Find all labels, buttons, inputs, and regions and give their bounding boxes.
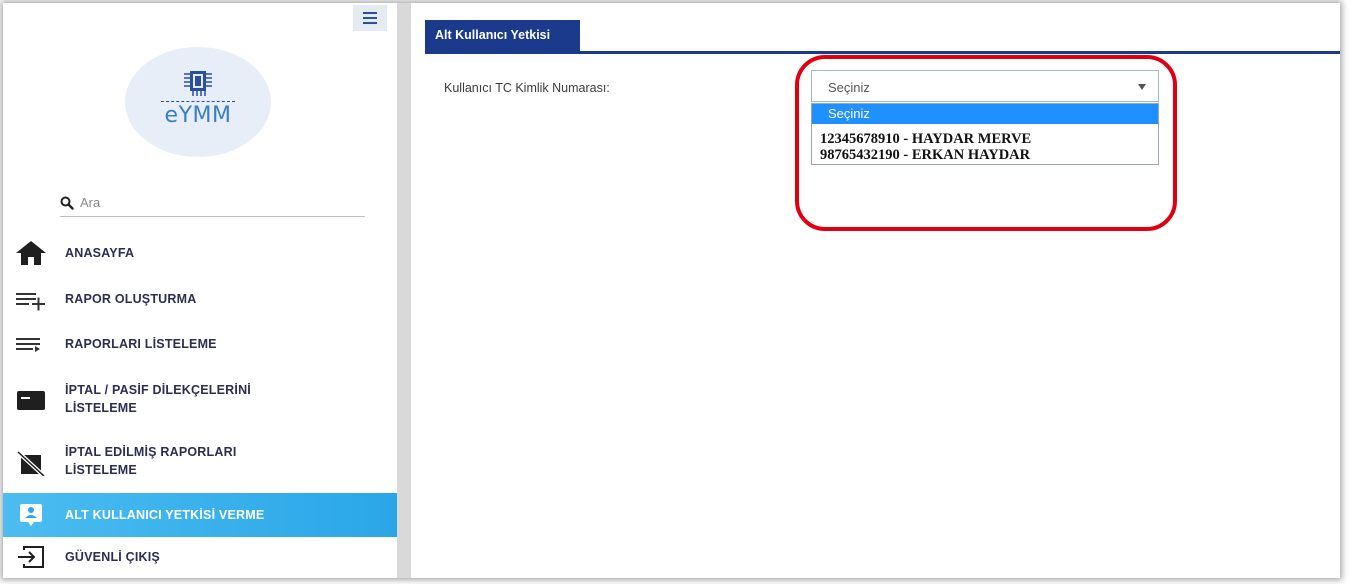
list-play-icon <box>15 330 47 358</box>
dropdown-option[interactable]: 98765432190 - ERKAN HAYDAR <box>820 147 1166 163</box>
logo: eYMM <box>125 47 271 157</box>
nav-item-guvenli-cikis[interactable]: GÜVENLİ ÇIKIŞ <box>3 539 397 575</box>
nav-label: GÜVENLİ ÇIKIŞ <box>65 550 160 564</box>
home-icon <box>15 239 47 267</box>
nav-label: İPTAL EDİLMİŞ RAPORLARI <box>65 445 237 459</box>
select-value: Seçiniz <box>828 80 870 95</box>
list-add-icon <box>15 285 47 313</box>
nav-label-line2: LİSTELEME <box>65 463 137 477</box>
nav-item-alt-kullanici-yetkisi[interactable]: ALT KULLANICI YETKİSİ VERME <box>3 493 397 537</box>
nav-item-raporlari-listeleme[interactable]: RAPORLARI LİSTELEME <box>3 327 397 361</box>
search-input[interactable] <box>80 195 340 210</box>
sidebar-divider <box>397 3 411 578</box>
search-icon <box>60 196 74 210</box>
user-badge-icon <box>15 501 47 529</box>
nav-label: İPTAL / PASİF DİLEKÇELERİNİ <box>65 383 251 397</box>
nav-label: ANASAYFA <box>65 246 135 260</box>
sidebar-search <box>60 189 365 217</box>
hamburger-menu-icon[interactable] <box>353 5 387 31</box>
nav-item-iptal-pasif-dilekceleri[interactable]: İPTAL / PASİF DİLEKÇELERİNİ LİSTELEME <box>3 373 397 427</box>
tc-number-select[interactable]: Seçiniz <box>811 70 1159 102</box>
menu-bar <box>363 17 377 19</box>
chip-icon <box>184 71 212 96</box>
dropdown-option[interactable]: 12345678910 - HAYDAR MERVE <box>820 131 1166 147</box>
app-window: eYMM ANASAYFA <box>3 3 1340 578</box>
tab-alt-kullanici-yetkisi[interactable]: Alt Kullanıcı Yetkisi <box>425 20 581 51</box>
main-content: Alt Kullanıcı Yetkisi Kullanıcı TC Kimli… <box>411 3 1340 578</box>
dropdown-arrow-icon <box>1138 84 1146 90</box>
select-dropdown-list: Seçiniz 12345678910 - HAYDAR MERVE 98765… <box>811 103 1159 165</box>
card-icon <box>15 386 47 414</box>
nav-label: RAPOR OLUŞTURMA <box>65 292 197 306</box>
logout-icon <box>15 543 47 571</box>
menu-bar <box>363 22 377 24</box>
cancelled-doc-icon <box>15 449 47 477</box>
nav-label: RAPORLARI LİSTELEME <box>65 337 217 351</box>
nav-item-rapor-olusturma[interactable]: RAPOR OLUŞTURMA <box>3 282 397 316</box>
dropdown-option[interactable]: Seçiniz <box>812 104 1158 124</box>
menu-bar <box>363 12 377 14</box>
nav-item-anasayfa[interactable]: ANASAYFA <box>3 236 397 270</box>
tab-bar: Alt Kullanıcı Yetkisi <box>425 20 1340 54</box>
nav-label: ALT KULLANICI YETKİSİ VERME <box>65 508 265 522</box>
logo-divider <box>161 101 235 102</box>
sidebar: eYMM ANASAYFA <box>3 3 397 578</box>
nav-label-line2: LİSTELEME <box>65 401 137 415</box>
nav-item-iptal-edilmis-raporlar[interactable]: İPTAL EDİLMİŞ RAPORLARI LİSTELEME <box>3 435 397 489</box>
tc-number-label: Kullanıcı TC Kimlik Numarası: <box>444 81 610 95</box>
logo-text: eYMM <box>164 103 232 128</box>
